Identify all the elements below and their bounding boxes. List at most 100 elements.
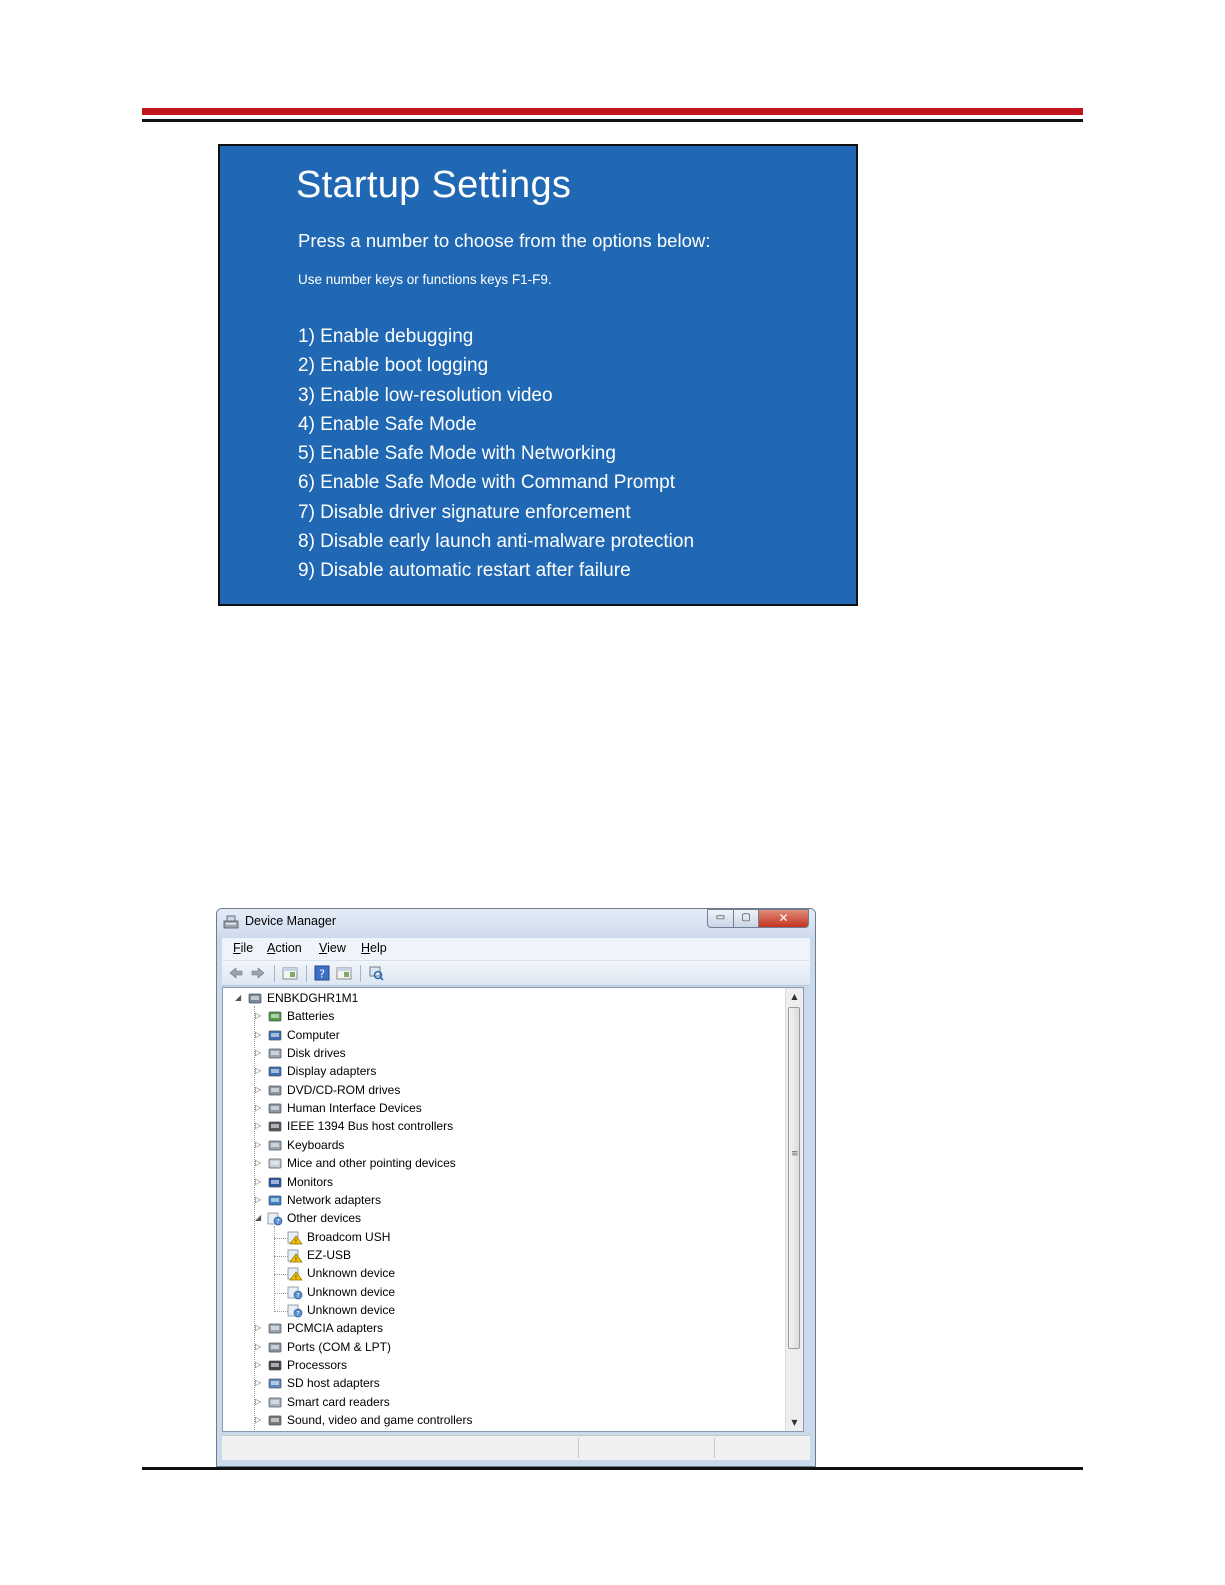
svg-text:?: ? — [319, 968, 325, 981]
title-bar[interactable]: Device Manager ▭ ▢ ✕ — [217, 909, 815, 937]
startup-option[interactable]: 3) Enable low-resolution video — [298, 381, 694, 410]
expand-arrow-icon[interactable]: ▷ — [255, 1158, 265, 1167]
minimize-button[interactable]: ▭ — [707, 909, 734, 928]
menu-help[interactable]: Help — [361, 941, 387, 955]
status-cell — [578, 1438, 579, 1458]
tree-connector-line — [274, 1274, 288, 1276]
svg-text:!: ! — [295, 1275, 297, 1282]
tree-item-label: Human Interface Devices — [287, 1101, 422, 1116]
expand-arrow-icon[interactable]: ▷ — [255, 1103, 265, 1112]
expand-arrow-icon[interactable]: ▷ — [255, 1195, 265, 1204]
menu-action[interactable]: Action — [267, 941, 302, 955]
expand-arrow-icon[interactable]: ▷ — [255, 1140, 265, 1149]
collapse-arrow-icon[interactable]: ◢ — [235, 993, 245, 1002]
window-title: Device Manager — [245, 914, 337, 928]
startup-option[interactable]: 4) Enable Safe Mode — [298, 410, 694, 439]
scroll-thumb[interactable] — [788, 1007, 800, 1349]
computer-icon — [268, 1030, 282, 1041]
tree-item-label: Other devices — [287, 1211, 362, 1226]
startup-option[interactable]: 2) Enable boot logging — [298, 351, 694, 380]
maximize-button[interactable]: ▢ — [733, 909, 759, 928]
svg-text:!: ! — [295, 1238, 297, 1245]
sd-host-icon — [268, 1378, 282, 1389]
device-manager-icon — [223, 915, 239, 929]
network-adapter-icon — [268, 1195, 282, 1206]
scan-hardware-icon[interactable] — [368, 965, 384, 981]
expand-arrow-icon[interactable]: ▷ — [255, 1397, 265, 1406]
startup-option[interactable]: 9) Disable automatic restart after failu… — [298, 556, 694, 585]
forward-arrow-icon[interactable] — [250, 965, 266, 981]
expand-arrow-icon[interactable]: ▷ — [255, 1378, 265, 1387]
toolbar-separator — [306, 965, 307, 982]
expand-arrow-icon[interactable]: ▷ — [255, 1342, 265, 1351]
expand-arrow-icon[interactable]: ▷ — [255, 1121, 265, 1130]
expand-arrow-icon[interactable]: ▷ — [255, 1177, 265, 1186]
tree-connector-line — [274, 1292, 288, 1294]
warning-device-icon: ! — [287, 1249, 303, 1263]
collapse-arrow-icon[interactable]: ◢ — [255, 1213, 265, 1222]
svg-text:?: ? — [296, 1291, 299, 1299]
startup-title: Startup Settings — [296, 164, 572, 206]
expand-arrow-icon[interactable]: ▷ — [255, 1066, 265, 1075]
tree-connector-line — [274, 1310, 288, 1312]
svg-text:?: ? — [276, 1218, 279, 1226]
tree-item-label: Network adapters — [287, 1192, 382, 1207]
tree-item-label: Monitors — [287, 1174, 334, 1189]
scroll-grip-icon: ≡ — [791, 1149, 799, 1159]
svg-text:!: ! — [295, 1256, 297, 1263]
show-hide-console-tree-icon[interactable] — [282, 965, 298, 981]
tree-item-label: Unknown device — [307, 1302, 396, 1317]
tree-item-label: Keyboards — [287, 1137, 345, 1152]
device-tree-pane: ◢ ENBKDGHR1M1 ▷ Batteries ▷ Computer ▷ Disk dri… — [222, 987, 804, 1432]
tree-item-label: Smart card readers — [287, 1394, 390, 1409]
properties-icon[interactable] — [336, 965, 352, 981]
tree-item-label: Display adapters — [287, 1064, 377, 1079]
expand-arrow-icon[interactable]: ▷ — [255, 1030, 265, 1039]
expand-arrow-icon[interactable]: ▷ — [255, 1048, 265, 1057]
status-cell — [714, 1438, 715, 1458]
mouse-icon — [268, 1158, 282, 1169]
footer-black-rule — [142, 1467, 1083, 1470]
speaker-icon — [268, 1415, 282, 1426]
startup-options-list: 1) Enable debugging 2) Enable boot loggi… — [298, 322, 694, 586]
startup-option[interactable]: 6) Enable Safe Mode with Command Prompt — [298, 468, 694, 497]
tree-connector-line — [274, 1237, 288, 1239]
toolbar-separator — [360, 965, 361, 982]
startup-option[interactable]: 8) Disable early launch anti-malware pro… — [298, 527, 694, 556]
expand-arrow-icon[interactable]: ▷ — [255, 1011, 265, 1020]
tree-connector-line — [274, 1226, 275, 1312]
disk-drive-icon — [268, 1048, 282, 1059]
tree-item-label: Computer — [287, 1027, 340, 1042]
tree-connector-line — [274, 1255, 288, 1257]
expand-arrow-icon[interactable]: ▷ — [255, 1323, 265, 1332]
unknown-device-icon: ? — [287, 1304, 303, 1318]
tree-item-label: EZ-USB — [307, 1247, 352, 1262]
expand-arrow-icon[interactable]: ▷ — [255, 1085, 265, 1094]
display-adapter-icon — [268, 1067, 282, 1077]
tree-item-label: Broadcom USH — [307, 1229, 391, 1244]
warning-device-icon: ! — [287, 1267, 303, 1282]
back-arrow-icon[interactable] — [228, 965, 244, 981]
tree-item-label: Sound, video and game controllers — [287, 1413, 473, 1428]
startup-option[interactable]: 7) Disable driver signature enforcement — [298, 498, 694, 527]
tree-item-label: ENBKDGHR1M1 — [267, 991, 359, 1005]
device-manager-window: Device Manager ▭ ▢ ✕ File Action View He… — [216, 908, 816, 1467]
tree-item-label: Processors — [287, 1358, 348, 1372]
computer-network-icon — [248, 993, 262, 1004]
startup-hint: Use number keys or functions keys F1-F9. — [298, 272, 552, 287]
toolbar-separator — [274, 965, 275, 982]
startup-option[interactable]: 5) Enable Safe Mode with Networking — [298, 439, 694, 468]
header-red-rule — [142, 108, 1083, 115]
scroll-up-arrow-icon[interactable]: ▲ — [786, 988, 803, 1005]
status-bar — [222, 1435, 810, 1460]
scroll-down-arrow-icon[interactable]: ▼ — [786, 1414, 803, 1431]
startup-option[interactable]: 1) Enable debugging — [298, 322, 694, 351]
firewire-icon — [268, 1122, 282, 1132]
close-button[interactable]: ✕ — [758, 909, 809, 928]
expand-arrow-icon[interactable]: ▷ — [255, 1415, 265, 1424]
menu-file[interactable]: File — [233, 941, 253, 955]
help-icon[interactable]: ? — [314, 965, 330, 981]
menu-view[interactable]: View — [319, 941, 346, 955]
expand-arrow-icon[interactable]: ▷ — [255, 1360, 265, 1369]
vertical-scrollbar[interactable]: ▲ ≡ ▼ — [785, 988, 803, 1431]
